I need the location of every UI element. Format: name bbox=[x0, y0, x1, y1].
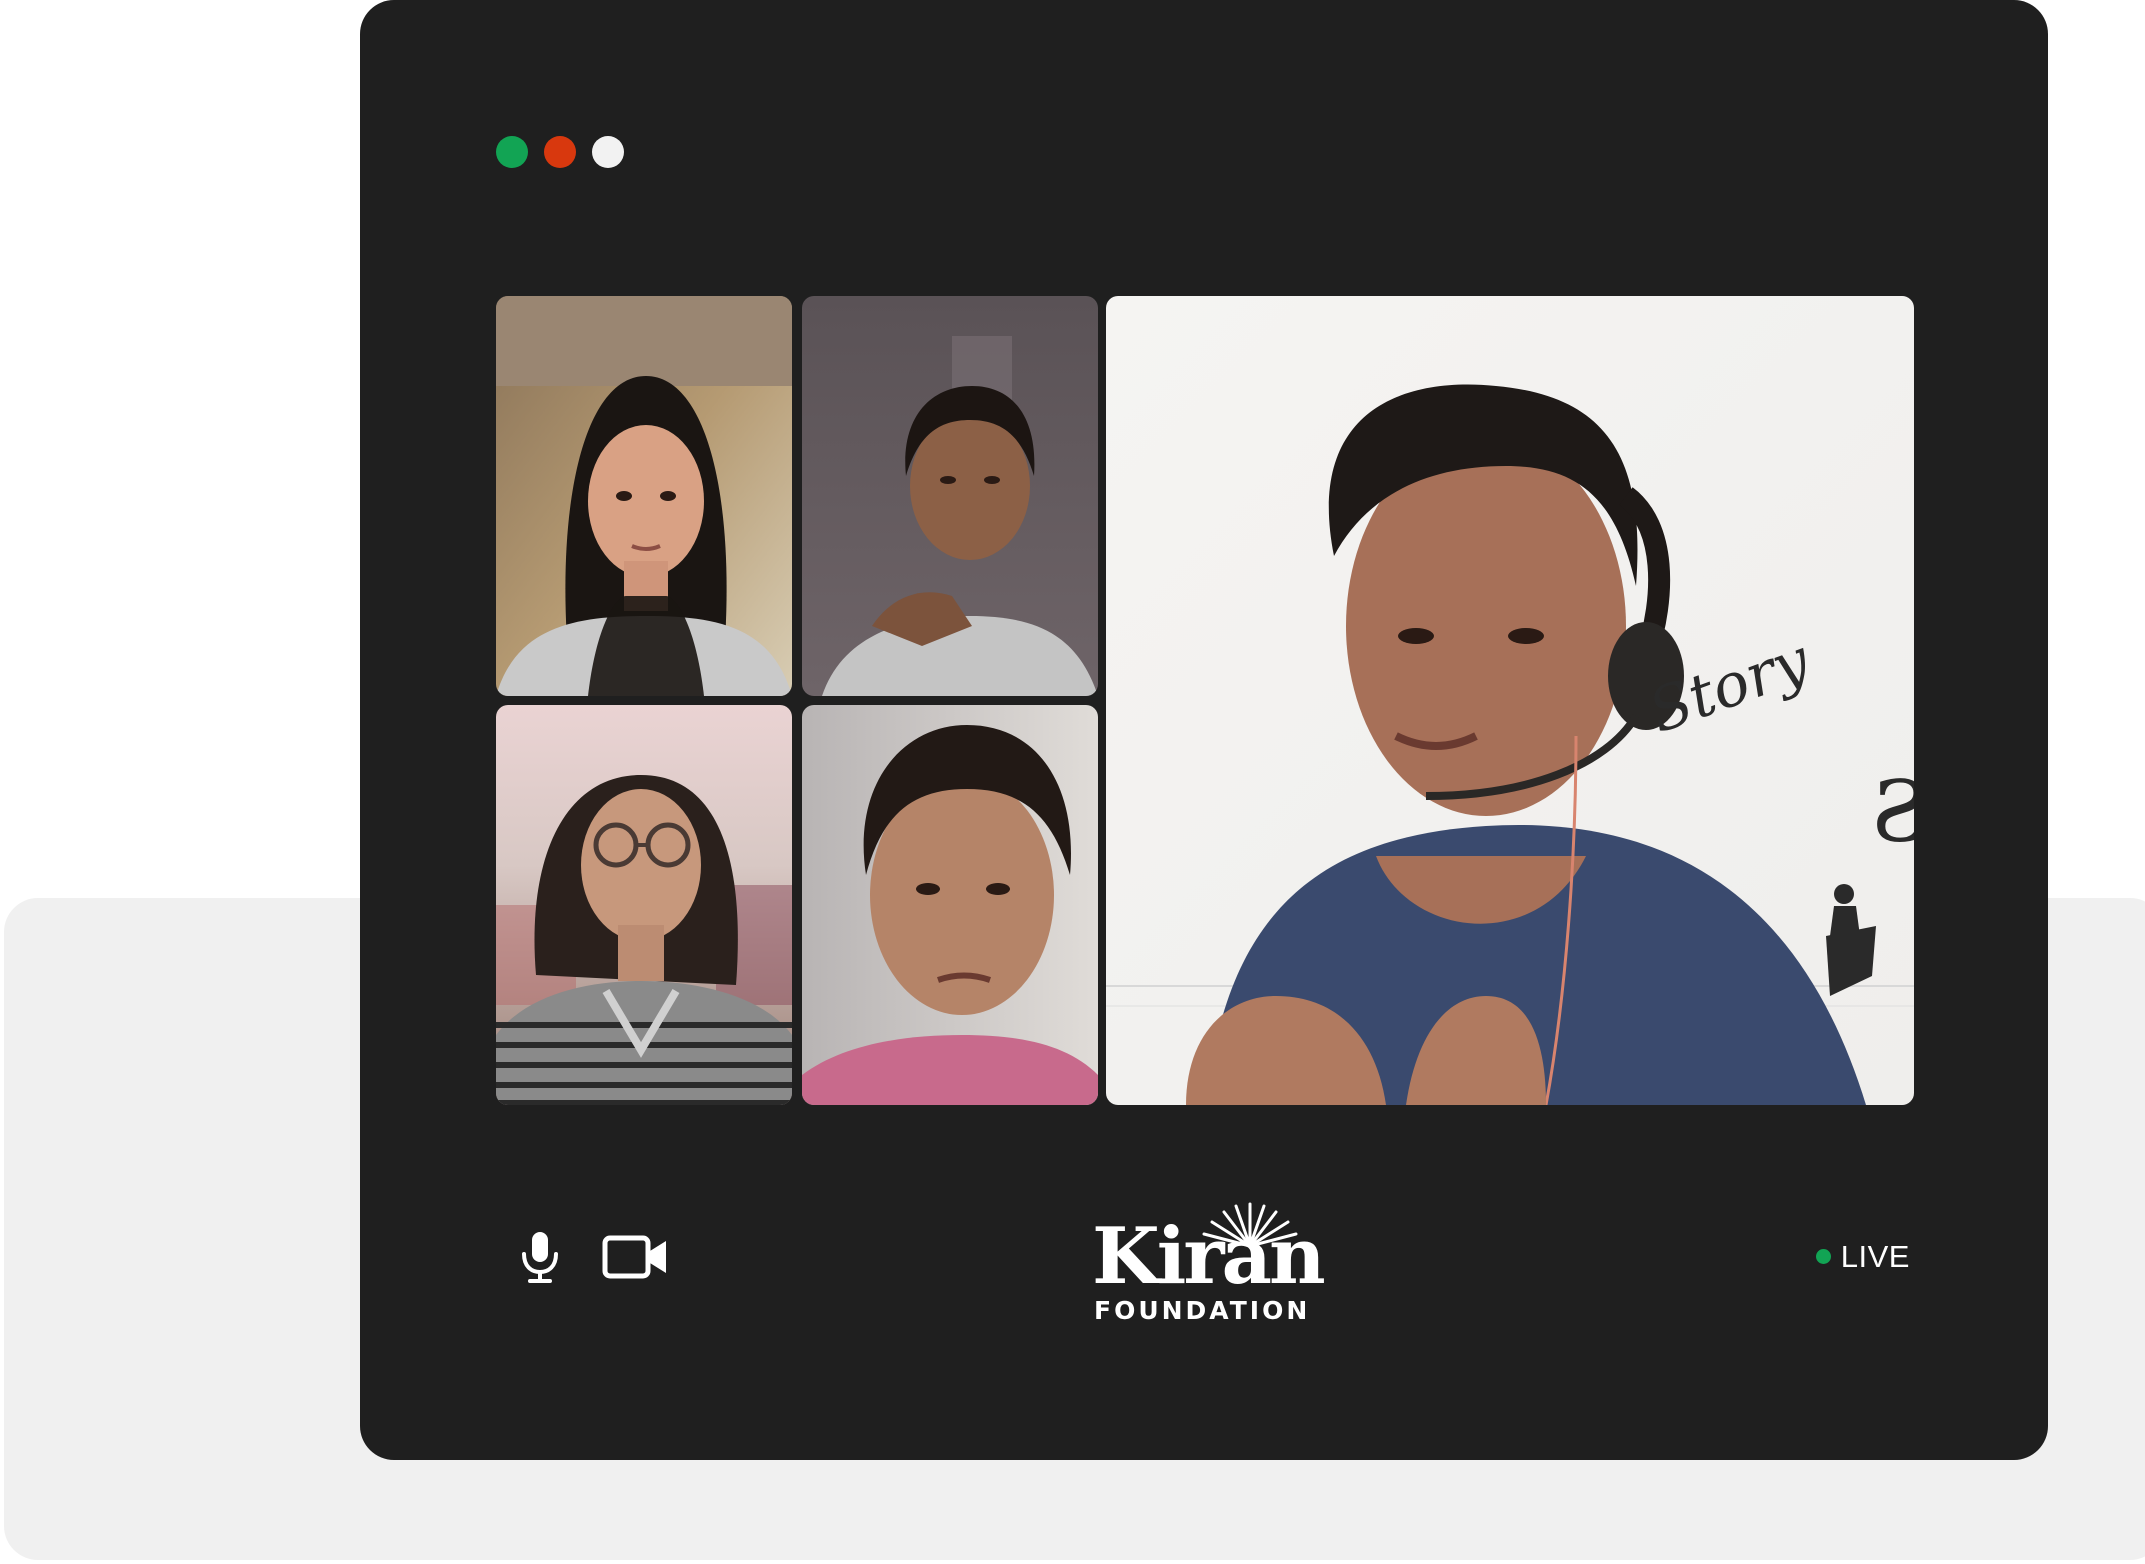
video-call-window: FOCUS Story bbox=[360, 0, 2048, 1460]
video-camera-icon bbox=[602, 1235, 666, 1279]
live-dot bbox=[1815, 1249, 1831, 1264]
window-dot-white[interactable] bbox=[592, 136, 624, 168]
main-speaker-tile[interactable]: FOCUS Story bbox=[1106, 296, 1914, 1105]
main-speaker-video: FOCUS Story bbox=[1106, 296, 1914, 1105]
participant-tile-top-left[interactable] bbox=[496, 296, 792, 696]
participant-tile-bottom-left[interactable] bbox=[496, 705, 792, 1105]
logo-subtitle: FOUNDATION bbox=[1094, 1296, 1311, 1325]
live-label: LIVE bbox=[1840, 1239, 1910, 1274]
window-dot-red[interactable] bbox=[544, 136, 576, 168]
microphone-icon bbox=[522, 1232, 558, 1283]
participant-video bbox=[802, 705, 1098, 1105]
logo-wordmark: Kiran bbox=[1092, 1211, 1326, 1302]
backdrop-text: FOCUS bbox=[1871, 763, 1914, 861]
window-dot-green[interactable] bbox=[496, 136, 528, 168]
video-camera-button[interactable] bbox=[602, 1233, 670, 1281]
participant-video bbox=[496, 296, 792, 696]
window-controls bbox=[496, 136, 624, 168]
kiran-foundation-logo: Kiran FOUNDATION bbox=[1090, 1198, 1330, 1330]
participant-video bbox=[802, 296, 1098, 696]
participant-tile-top-middle[interactable] bbox=[802, 296, 1098, 696]
live-status: LIVE bbox=[1815, 1239, 1910, 1274]
participant-video bbox=[496, 705, 792, 1105]
microphone-button[interactable] bbox=[520, 1230, 560, 1284]
participant-tile-bottom-middle[interactable] bbox=[802, 705, 1098, 1105]
call-controls bbox=[520, 1230, 670, 1284]
